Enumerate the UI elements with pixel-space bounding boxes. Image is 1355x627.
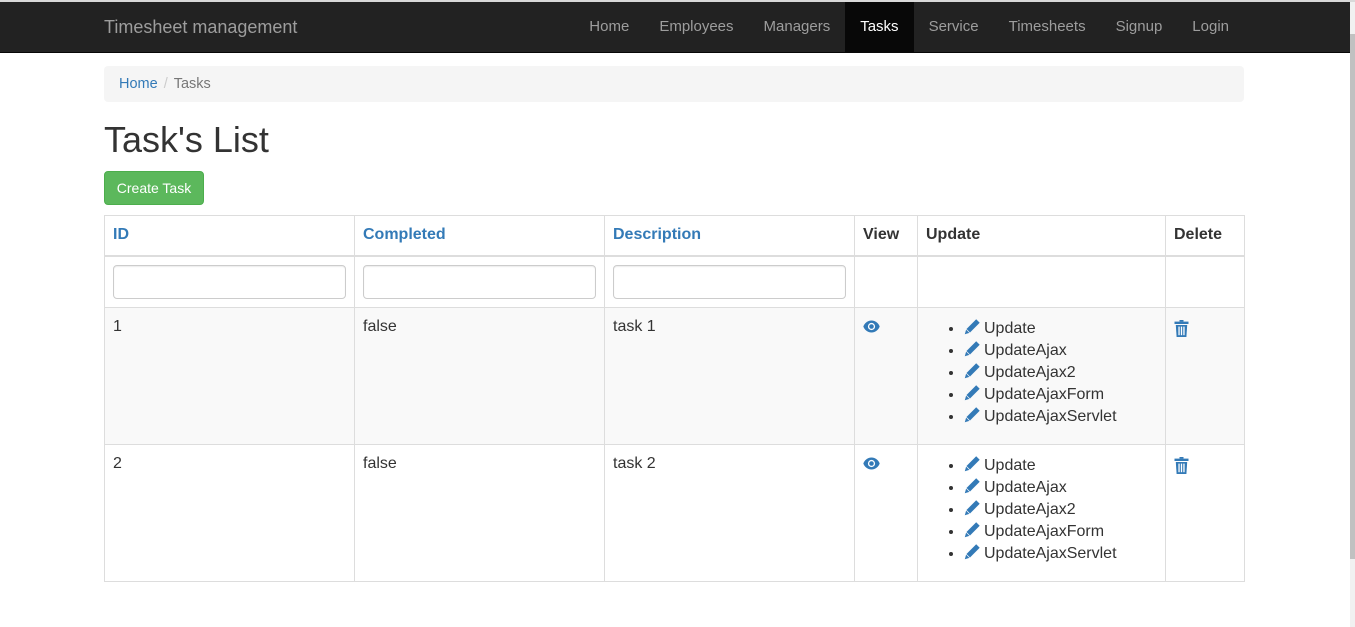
update-ajax-servlet-link[interactable]: UpdateAjaxServlet <box>964 544 1117 562</box>
navbar: Timesheet management Home Employees Mana… <box>0 2 1350 53</box>
table-row: 2 false task 2 Update UpdateAjax UpdateA… <box>104 444 1245 582</box>
pencil-icon <box>964 456 980 472</box>
header-update: Update <box>917 215 1166 257</box>
list-item: UpdateAjax <box>964 340 1157 362</box>
update-links-list: Update UpdateAjax UpdateAjax2 UpdateAjax… <box>926 455 1157 565</box>
sort-description-link[interactable]: Description <box>613 226 701 243</box>
list-item: UpdateAjax <box>964 477 1157 499</box>
nav-item-timesheets: Timesheets <box>994 2 1101 52</box>
update-ajax-link[interactable]: UpdateAjax <box>964 341 1067 359</box>
view-link[interactable] <box>863 320 880 333</box>
update-link[interactable]: Update <box>964 319 1036 337</box>
view-link[interactable] <box>863 457 880 470</box>
pencil-icon <box>964 363 980 379</box>
scrollbar-thumb[interactable] <box>1350 34 1355 559</box>
eye-icon <box>863 320 880 333</box>
nav-item-login: Login <box>1177 2 1244 52</box>
cell-update: Update UpdateAjax UpdateAjax2 UpdateAjax… <box>917 307 1166 445</box>
nav-link-managers[interactable]: Managers <box>749 2 846 52</box>
breadcrumb-home-link[interactable]: Home <box>119 76 158 92</box>
list-item: UpdateAjax2 <box>964 499 1157 521</box>
vertical-scrollbar[interactable] <box>1350 2 1355 627</box>
cell-completed: false <box>354 444 605 582</box>
nav-item-managers: Managers <box>749 2 846 52</box>
cell-view <box>854 307 918 445</box>
eye-icon <box>863 457 880 470</box>
pencil-icon <box>964 319 980 335</box>
sort-completed-link[interactable]: Completed <box>363 226 446 243</box>
nav-link-home[interactable]: Home <box>574 2 644 52</box>
list-item: UpdateAjaxServlet <box>964 406 1157 428</box>
list-item: Update <box>964 318 1157 340</box>
breadcrumb-separator: / <box>163 76 168 92</box>
trash-icon <box>1174 457 1189 474</box>
cell-completed: false <box>354 307 605 445</box>
cell-id: 1 <box>104 307 355 445</box>
delete-link[interactable] <box>1174 457 1189 474</box>
nav-item-tasks: Tasks <box>845 2 914 52</box>
nav-item-signup: Signup <box>1101 2 1178 52</box>
pencil-icon <box>964 500 980 516</box>
table-row: 1 false task 1 Update UpdateAjax UpdateA… <box>104 307 1245 445</box>
cell-delete <box>1165 444 1245 582</box>
delete-link[interactable] <box>1174 320 1189 337</box>
breadcrumb-current: Tasks <box>173 76 211 92</box>
update-ajax2-link[interactable]: UpdateAjax2 <box>964 363 1076 381</box>
list-item: UpdateAjaxForm <box>964 384 1157 406</box>
pencil-icon <box>964 407 980 423</box>
filter-completed-input[interactable] <box>363 264 596 299</box>
nav-link-service[interactable]: Service <box>914 2 994 52</box>
nav-item-service: Service <box>914 2 994 52</box>
update-ajax2-link[interactable]: UpdateAjax2 <box>964 500 1076 518</box>
page-title: Task's List <box>104 119 269 160</box>
nav-link-login[interactable]: Login <box>1177 2 1244 52</box>
pencil-icon <box>964 478 980 494</box>
nav-link-employees[interactable]: Employees <box>644 2 748 52</box>
cell-id: 2 <box>104 444 355 582</box>
nav-link-timesheets[interactable]: Timesheets <box>994 2 1101 52</box>
header-description: Description <box>604 215 855 257</box>
nav-link-tasks[interactable]: Tasks <box>845 2 914 52</box>
filter-row <box>104 255 1245 308</box>
table-header-row: ID Completed Description View Update Del… <box>104 215 1245 257</box>
nav-item-employees: Employees <box>644 2 748 52</box>
pencil-icon <box>964 522 980 538</box>
pencil-icon <box>964 544 980 560</box>
cell-delete <box>1165 307 1245 445</box>
trash-icon <box>1174 320 1189 337</box>
tasks-table: ID Completed Description View Update Del… <box>104 215 1245 582</box>
pencil-icon <box>964 341 980 357</box>
filter-description-input[interactable] <box>613 264 846 299</box>
update-ajax-form-link[interactable]: UpdateAjaxForm <box>964 522 1104 540</box>
update-ajax-servlet-link[interactable]: UpdateAjaxServlet <box>964 407 1117 425</box>
nav-link-signup[interactable]: Signup <box>1101 2 1178 52</box>
create-task-button[interactable]: Create Task <box>104 171 204 205</box>
list-item: Update <box>964 455 1157 477</box>
update-link[interactable]: Update <box>964 456 1036 474</box>
list-item: UpdateAjaxForm <box>964 521 1157 543</box>
cell-update: Update UpdateAjax UpdateAjax2 UpdateAjax… <box>917 444 1166 582</box>
cell-description: task 1 <box>604 307 855 445</box>
pencil-icon <box>964 385 980 401</box>
update-ajax-link[interactable]: UpdateAjax <box>964 478 1067 496</box>
breadcrumb: Home / Tasks <box>104 66 1244 102</box>
sort-id-link[interactable]: ID <box>113 226 129 243</box>
filter-id-input[interactable] <box>113 264 346 299</box>
list-item: UpdateAjaxServlet <box>964 543 1157 565</box>
header-completed: Completed <box>354 215 605 257</box>
nav-item-home: Home <box>574 2 644 52</box>
header-delete: Delete <box>1165 215 1245 257</box>
list-item: UpdateAjax2 <box>964 362 1157 384</box>
update-links-list: Update UpdateAjax UpdateAjax2 UpdateAjax… <box>926 318 1157 428</box>
navbar-brand[interactable]: Timesheet management <box>104 2 297 52</box>
cell-description: task 2 <box>604 444 855 582</box>
header-view: View <box>854 215 918 257</box>
navbar-menu: Home Employees Managers Tasks Service Ti… <box>574 2 1244 52</box>
update-ajax-form-link[interactable]: UpdateAjaxForm <box>964 385 1104 403</box>
cell-view <box>854 444 918 582</box>
header-id: ID <box>104 215 355 257</box>
